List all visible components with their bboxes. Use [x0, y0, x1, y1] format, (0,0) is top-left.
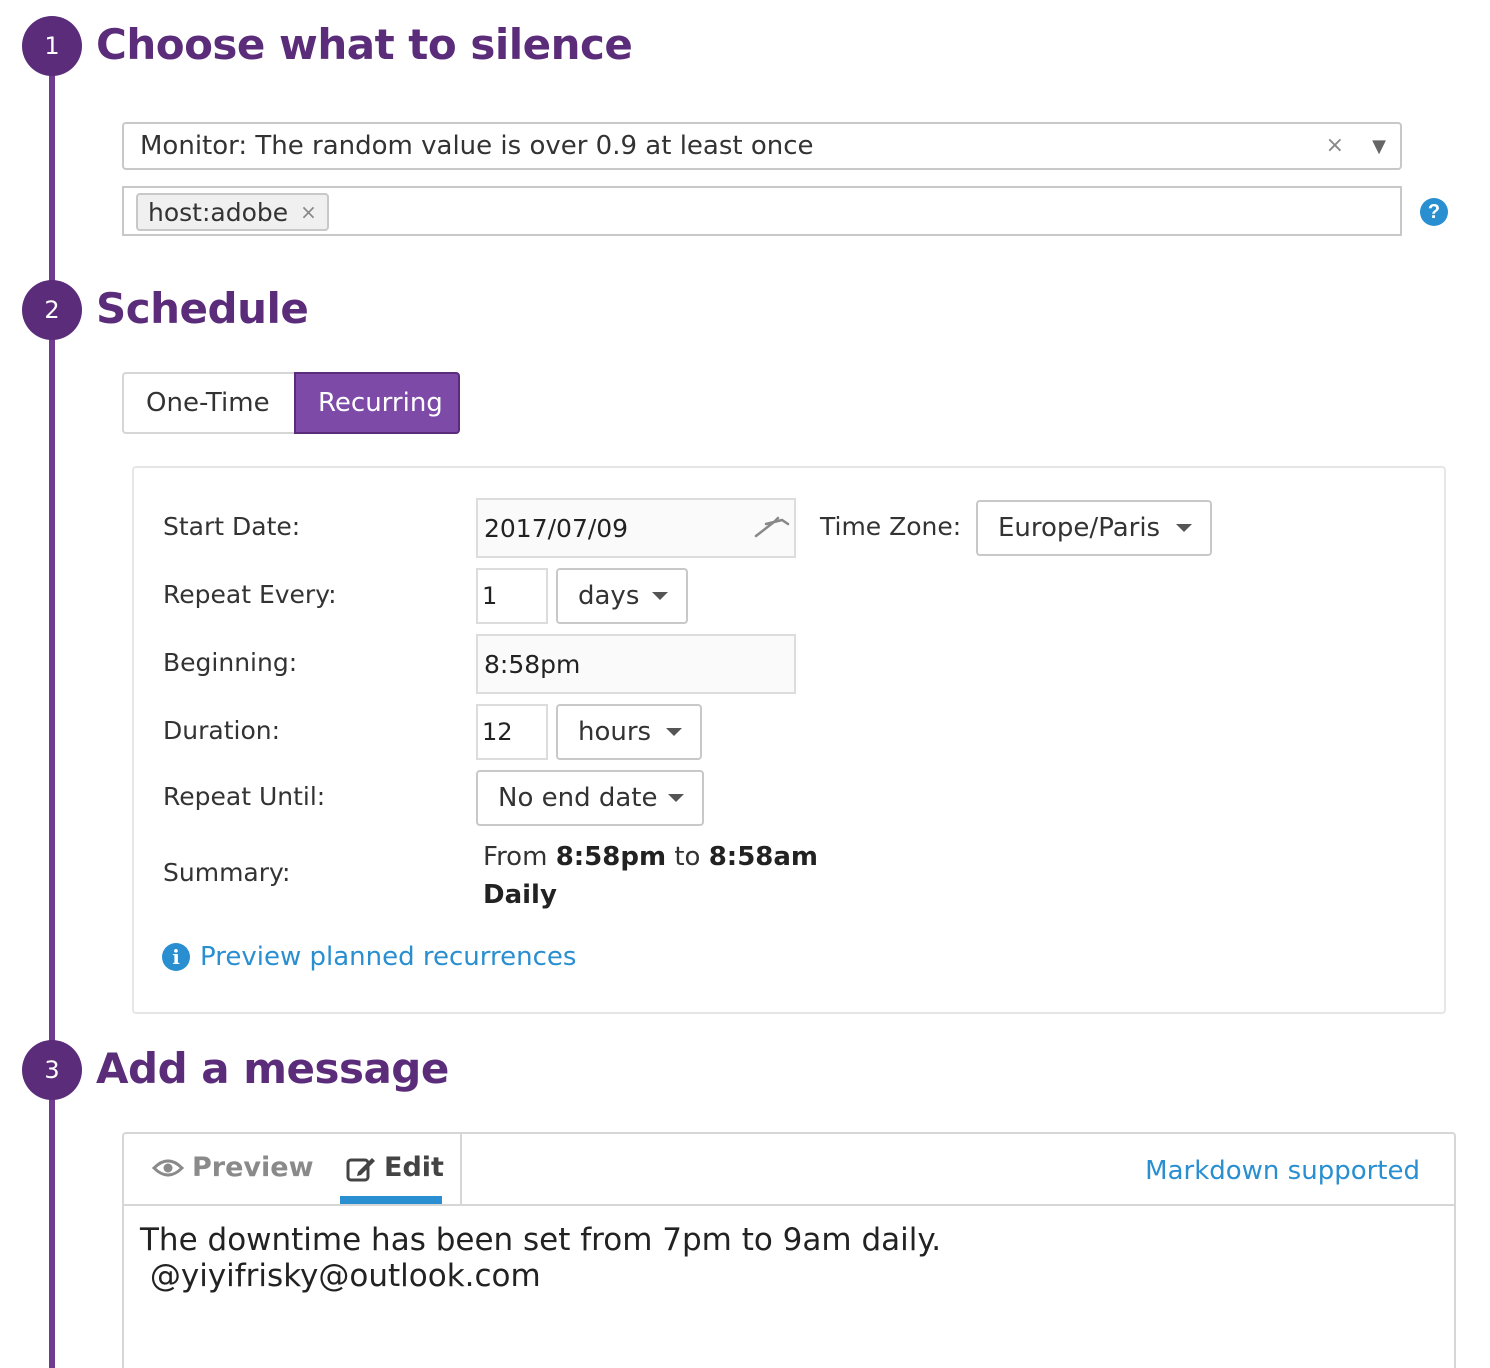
repeat-every-count-input[interactable]: 1 [476, 568, 548, 624]
remove-tag-icon[interactable]: × [300, 200, 317, 224]
tab-preview-label: Preview [192, 1152, 314, 1183]
schedule-summary: From 8:58pm to 8:58am Daily [483, 838, 818, 914]
tab-edit-label: Edit [384, 1152, 444, 1183]
help-icon[interactable]: ? [1420, 198, 1448, 226]
summary-to-word: to [674, 842, 701, 872]
message-tabs-bar: Preview Edit Markdown supported [124, 1134, 1454, 1206]
duration-unit-select[interactable]: hours [556, 704, 702, 760]
recurring-button[interactable]: Recurring [294, 372, 460, 434]
message-textarea[interactable]: The downtime has been set from 7pm to 9a… [140, 1222, 941, 1294]
tab-preview[interactable]: Preview [152, 1152, 314, 1183]
duration-label: Duration: [163, 716, 281, 745]
duration-count-value: 12 [482, 718, 513, 746]
caret-down-icon [652, 592, 668, 600]
message-editor: Preview Edit Markdown supported The down… [122, 1132, 1456, 1368]
beginning-label: Beginning: [163, 648, 298, 677]
beginning-time-input[interactable]: 8:58pm [476, 634, 796, 694]
repeat-until-value: No end date [498, 783, 658, 813]
start-date-value: 2017/07/09 [484, 513, 629, 543]
step-3-badge: 3 [22, 1040, 82, 1100]
markdown-supported-link[interactable]: Markdown supported [1145, 1156, 1420, 1186]
edit-icon [346, 1157, 375, 1181]
repeat-every-unit-value: days [578, 581, 640, 611]
time-zone-label: Time Zone: [820, 512, 962, 541]
repeat-every-count-value: 1 [482, 582, 498, 610]
tag-chip-label: host:adobe [148, 197, 289, 227]
tag-chip: host:adobe × [136, 193, 329, 231]
step-2-badge: 2 [22, 280, 82, 340]
repeat-until-select[interactable]: No end date [476, 770, 704, 826]
time-zone-value: Europe/Paris [998, 513, 1161, 543]
preview-recurrences-label: Preview planned recurrences [200, 942, 577, 972]
caret-down-icon [668, 794, 684, 802]
schedule-type-toggle: One-Time Recurring [122, 372, 460, 434]
summary-frequency: Daily [483, 880, 557, 910]
message-tab-group: Preview Edit [124, 1134, 462, 1206]
preview-recurrences-link[interactable]: i Preview planned recurrences [162, 942, 576, 972]
info-icon: i [162, 943, 190, 971]
caret-down-icon [1176, 524, 1192, 532]
monitor-select[interactable]: Monitor: The random value is over 0.9 at… [122, 122, 1402, 170]
summary-from-time: 8:58pm [555, 842, 667, 872]
caret-down-icon [666, 728, 682, 736]
active-tab-indicator [340, 1196, 442, 1204]
clear-icon[interactable]: × [1326, 133, 1344, 158]
summary-to-time: 8:58am [708, 842, 819, 872]
summary-label: Summary: [163, 858, 291, 887]
step-3-title: Add a message [96, 1044, 449, 1093]
one-time-button[interactable]: One-Time [122, 372, 294, 434]
timeline-rail [49, 40, 55, 1368]
repeat-every-label: Repeat Every: [163, 580, 337, 609]
summary-from-word: From [483, 842, 548, 872]
repeat-every-unit-select[interactable]: days [556, 568, 688, 624]
scope-tag-input[interactable]: host:adobe × [122, 186, 1402, 236]
step-1-badge: 1 [22, 16, 82, 76]
start-date-label: Start Date: [163, 512, 301, 541]
time-zone-select[interactable]: Europe/Paris [976, 500, 1212, 556]
duration-unit-value: hours [578, 717, 652, 747]
step-2-title: Schedule [96, 284, 309, 333]
beginning-time-value: 8:58pm [484, 649, 581, 679]
step-1-title: Choose what to silence [96, 20, 633, 69]
tab-edit[interactable]: Edit [346, 1152, 444, 1183]
date-picker-icon[interactable] [752, 510, 790, 540]
start-date-input[interactable]: 2017/07/09 [476, 498, 796, 558]
repeat-until-label: Repeat Until: [163, 782, 326, 811]
monitor-select-value: Monitor: The random value is over 0.9 at… [140, 131, 814, 161]
silence-form-page: 1 Choose what to silence Monitor: The ra… [0, 0, 1490, 1368]
eye-icon [152, 1159, 184, 1176]
chevron-down-icon[interactable]: ▼ [1372, 136, 1386, 157]
duration-count-input[interactable]: 12 [476, 704, 548, 760]
